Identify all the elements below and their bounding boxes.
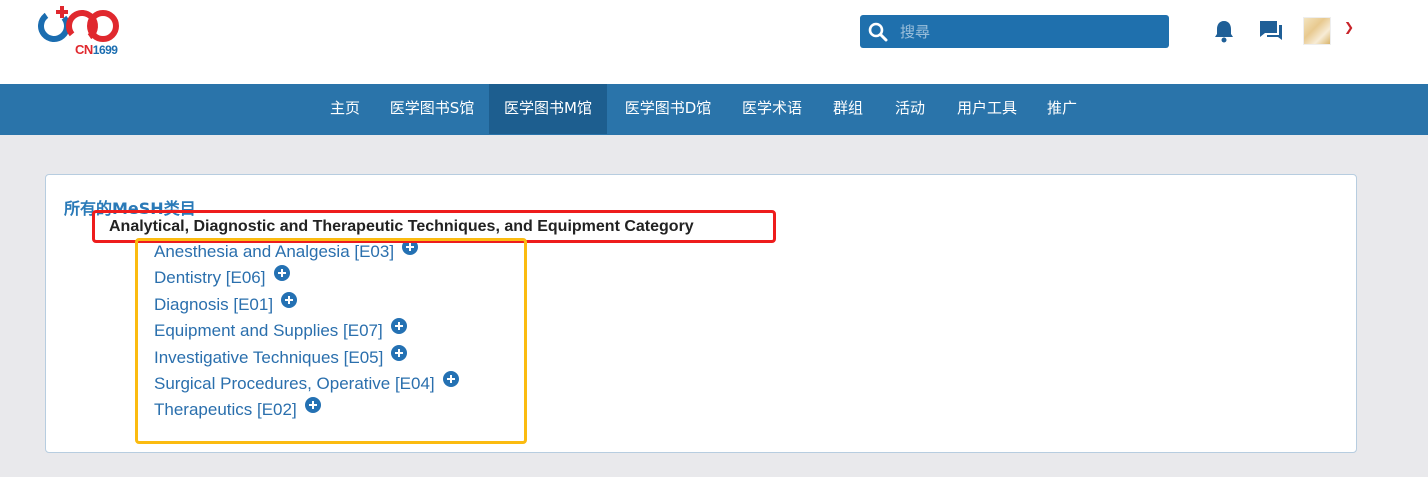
notification-bell-icon[interactable] (1213, 18, 1235, 44)
avatar[interactable] (1303, 17, 1331, 45)
search-icon[interactable] (860, 15, 896, 48)
nav-item-library-s[interactable]: 医学图书S馆 (377, 84, 487, 134)
logo-text: CN1699 (75, 42, 118, 57)
nav-item-promote[interactable]: 推广 (1034, 84, 1090, 134)
messages-icon[interactable] (1258, 19, 1284, 43)
nav-item-groups[interactable]: 群组 (820, 84, 876, 134)
search-box[interactable] (860, 15, 1169, 48)
nav-item-medical-terms[interactable]: 医学术语 (728, 84, 816, 134)
search-input[interactable] (896, 15, 1169, 48)
nav-item-user-tools[interactable]: 用户工具 (944, 84, 1030, 134)
main-nav: 主页 医学图书S馆 医学图书M馆 医学图书D馆 医学术语 群组 活动 用户工具 … (0, 84, 1428, 135)
nav-item-library-m[interactable]: 医学图书M馆 (489, 84, 607, 134)
subcategory-highlight-box (135, 238, 527, 444)
chevron-down-icon[interactable]: ❯ (1344, 20, 1354, 34)
nav-item-events[interactable]: 活动 (880, 84, 940, 134)
nav-item-library-d[interactable]: 医学图书D馆 (611, 84, 725, 134)
top-header: CN1699 ❯ (0, 0, 1428, 84)
nav-item-home[interactable]: 主页 (315, 84, 375, 134)
